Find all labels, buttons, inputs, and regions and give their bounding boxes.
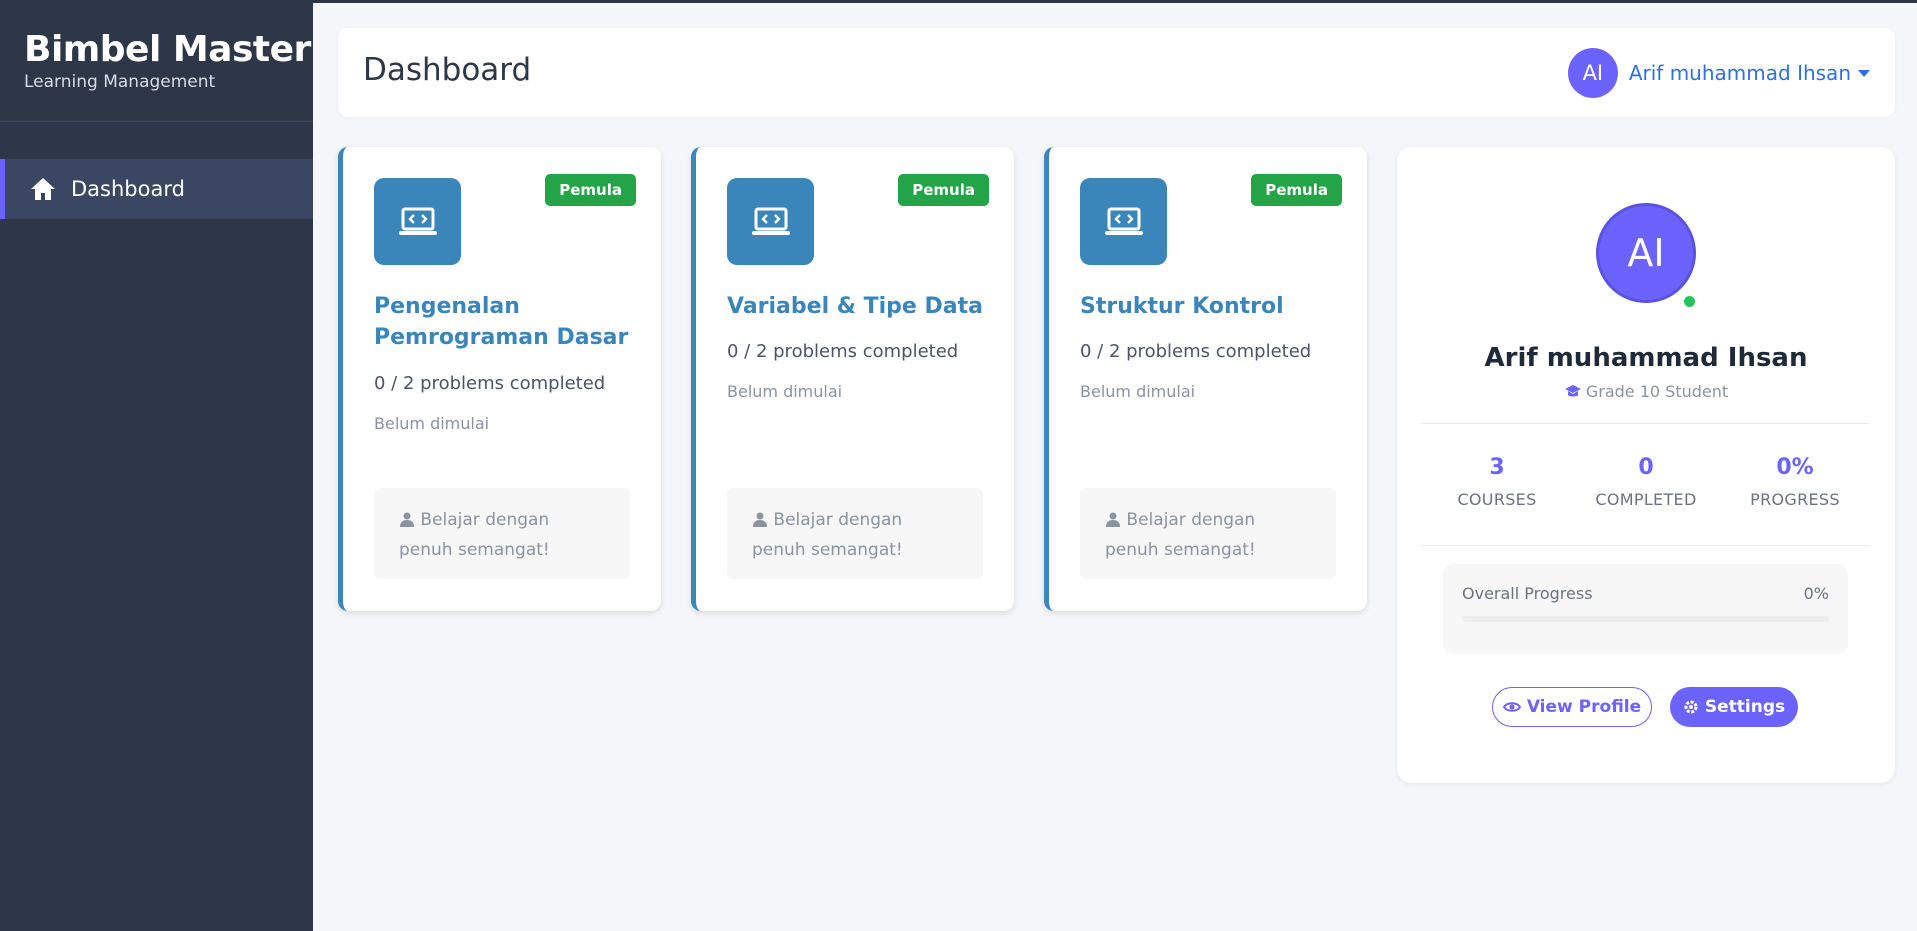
teacher-icon bbox=[753, 512, 767, 527]
profile-role-text: Grade 10 Student bbox=[1585, 382, 1729, 401]
stat-value: 3 bbox=[1489, 455, 1505, 480]
divider bbox=[1421, 423, 1869, 424]
view-profile-label: View Profile bbox=[1526, 697, 1642, 717]
level-badge: Pemula bbox=[898, 174, 989, 206]
motivation-text: Belajar dengan penuh semangat! bbox=[399, 510, 550, 560]
sidebar: Bimbel Master Learning Management Dashbo… bbox=[0, 3, 313, 931]
brand: Bimbel Master Learning Management bbox=[0, 3, 313, 122]
overall-progress-value: 0% bbox=[1803, 584, 1829, 603]
level-badge: Pemula bbox=[1251, 174, 1342, 206]
motivation-box: Belajar dengan penuh semangat! bbox=[374, 488, 630, 579]
main-content: Dashboard AI Arif muhammad Ihsan Pemula … bbox=[313, 3, 1917, 931]
home-icon bbox=[31, 178, 55, 200]
progress-bar bbox=[1462, 616, 1829, 622]
top-bar: Dashboard AI Arif muhammad Ihsan bbox=[338, 28, 1895, 117]
view-profile-button[interactable]: View Profile bbox=[1492, 687, 1652, 727]
avatar: AI bbox=[1567, 48, 1618, 98]
gear-icon bbox=[1684, 700, 1698, 714]
overall-progress: Overall Progress 0% bbox=[1443, 564, 1848, 654]
course-progress: 0 / 2 problems completed bbox=[727, 341, 959, 362]
course-status: Belum dimulai bbox=[727, 382, 843, 401]
settings-label: Settings bbox=[1704, 697, 1786, 717]
motivation-box: Belajar dengan penuh semangat! bbox=[1080, 488, 1336, 579]
divider bbox=[1421, 545, 1869, 546]
course-title[interactable]: Variabel & Tipe Data bbox=[727, 291, 997, 322]
course-card[interactable]: Pemula Pengenalan Pemrograman Dasar 0 / … bbox=[338, 147, 661, 611]
laptop-code-icon bbox=[1080, 178, 1167, 265]
sidebar-item-label: Dashboard bbox=[71, 177, 185, 201]
motivation-box: Belajar dengan penuh semangat! bbox=[727, 488, 983, 579]
stat-value: 0 bbox=[1638, 455, 1654, 480]
page-title: Dashboard bbox=[363, 52, 532, 88]
stat-label: PROGRESS bbox=[1750, 490, 1840, 509]
course-card[interactable]: Pemula Struktur Kontrol 0 / 2 problems c… bbox=[1044, 147, 1367, 611]
teacher-icon bbox=[1106, 512, 1120, 527]
laptop-code-icon bbox=[374, 178, 461, 265]
brand-subtitle: Learning Management bbox=[24, 72, 216, 92]
course-progress: 0 / 2 problems completed bbox=[1080, 341, 1312, 362]
course-status: Belum dimulai bbox=[374, 414, 490, 433]
avatar: AI bbox=[1596, 203, 1696, 303]
eye-icon bbox=[1502, 702, 1521, 712]
stat-value: 0% bbox=[1776, 455, 1814, 480]
overall-progress-label: Overall Progress bbox=[1462, 584, 1593, 603]
course-title[interactable]: Pengenalan Pemrograman Dasar bbox=[374, 291, 644, 353]
course-card[interactable]: Pemula Variabel & Tipe Data 0 / 2 proble… bbox=[691, 147, 1014, 611]
motivation-text: Belajar dengan penuh semangat! bbox=[752, 510, 903, 560]
brand-title: Bimbel Master bbox=[24, 29, 311, 70]
stat-courses: 3 COURSES bbox=[1422, 455, 1572, 509]
profile-role: Grade 10 Student bbox=[1397, 382, 1895, 401]
course-progress: 0 / 2 problems completed bbox=[374, 373, 606, 394]
course-title[interactable]: Struktur Kontrol bbox=[1080, 291, 1350, 322]
graduation-cap-icon bbox=[1564, 385, 1581, 397]
teacher-icon bbox=[400, 512, 414, 527]
online-status-dot bbox=[1681, 293, 1698, 310]
laptop-code-icon bbox=[727, 178, 814, 265]
profile-card: AI Arif muhammad Ihsan Grade 10 Student … bbox=[1397, 147, 1895, 783]
motivation-text: Belajar dengan penuh semangat! bbox=[1105, 510, 1256, 560]
user-menu-dropdown[interactable]: AI Arif muhammad Ihsan bbox=[1567, 48, 1870, 98]
stat-completed: 0 COMPLETED bbox=[1571, 455, 1721, 509]
sidebar-item-dashboard[interactable]: Dashboard bbox=[0, 159, 313, 219]
stat-label: COURSES bbox=[1457, 490, 1537, 509]
chevron-down-icon bbox=[1858, 69, 1870, 77]
settings-button[interactable]: Settings bbox=[1670, 687, 1798, 727]
profile-name: Arif muhammad Ihsan bbox=[1484, 343, 1808, 373]
user-name: Arif muhammad Ihsan bbox=[1628, 61, 1851, 85]
course-status: Belum dimulai bbox=[1080, 382, 1196, 401]
stat-progress: 0% PROGRESS bbox=[1720, 455, 1870, 509]
level-badge: Pemula bbox=[545, 174, 636, 206]
stat-label: COMPLETED bbox=[1595, 490, 1697, 509]
